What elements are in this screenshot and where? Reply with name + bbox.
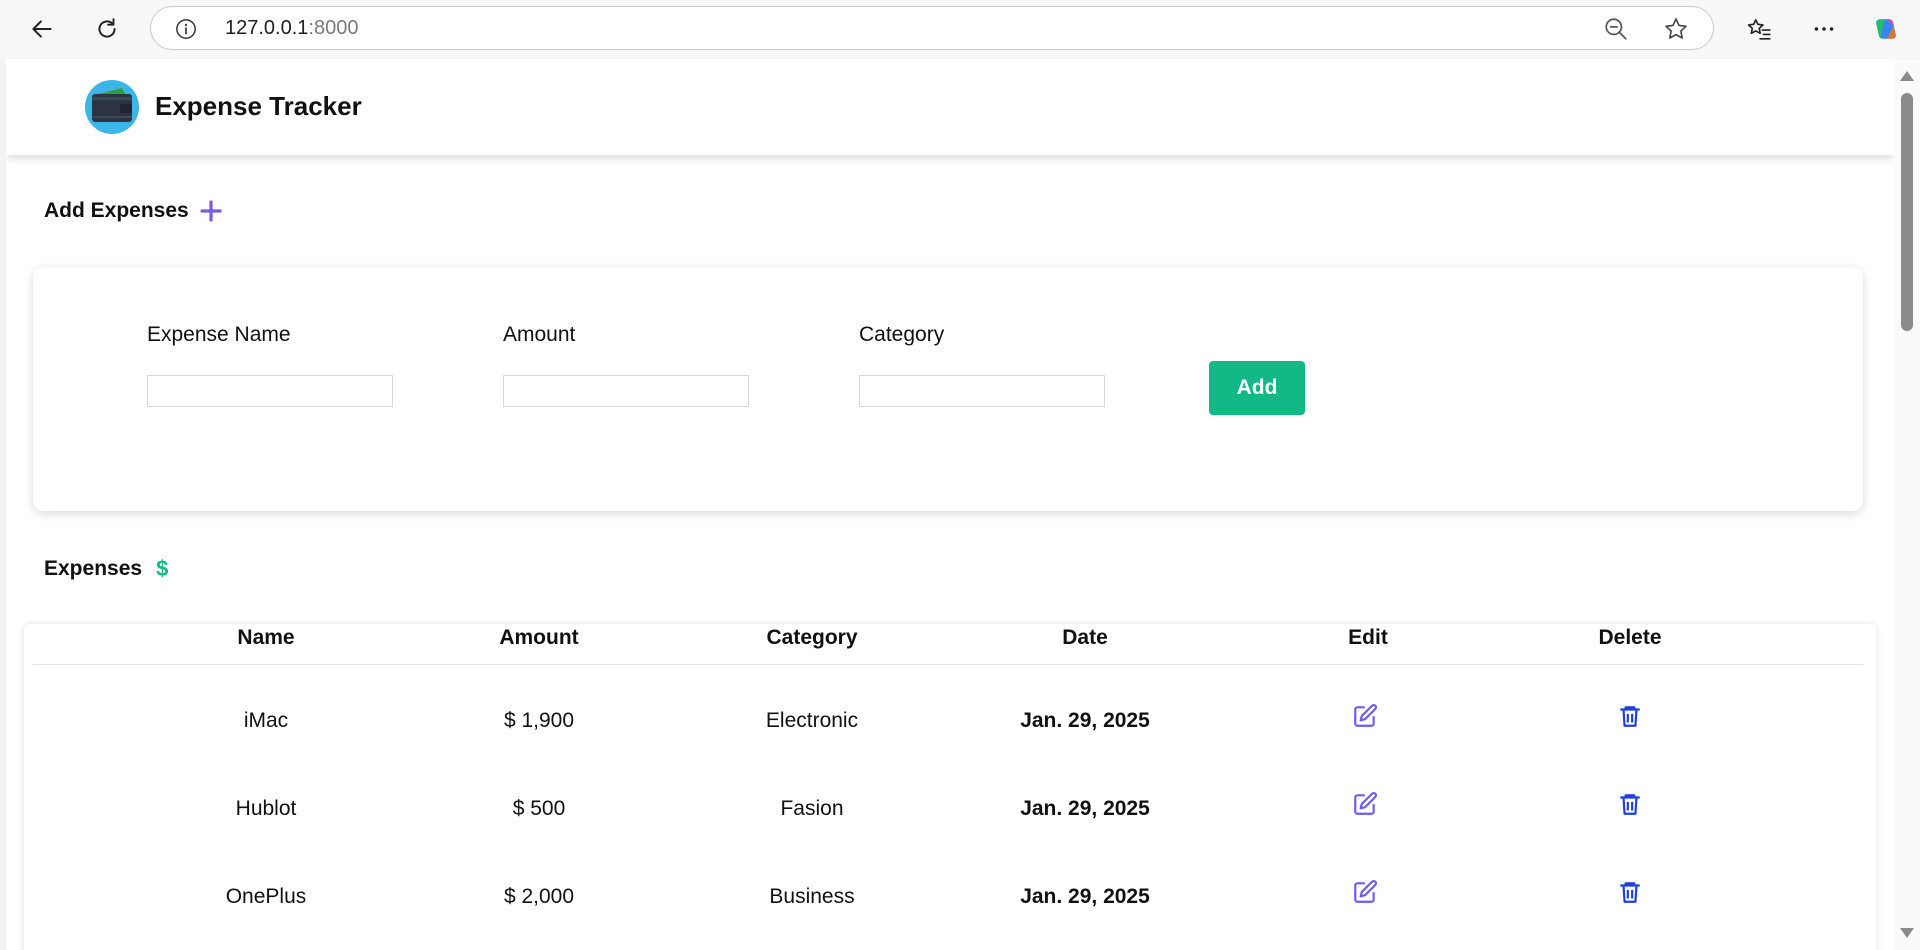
more-menu-button[interactable] bbox=[1806, 11, 1842, 47]
scroll-up-arrow-icon[interactable] bbox=[1900, 71, 1914, 81]
column-header-amount: Amount bbox=[499, 626, 579, 649]
cell-date: Jan. 29, 2025 bbox=[1020, 885, 1150, 908]
column-header-edit: Edit bbox=[1348, 626, 1388, 649]
back-arrow-icon bbox=[32, 20, 52, 38]
edit-icon[interactable] bbox=[1352, 703, 1378, 729]
dollar-icon: $ bbox=[156, 556, 169, 581]
cell-amount: $ 1,900 bbox=[503, 709, 575, 732]
site-info-icon[interactable] bbox=[175, 18, 197, 40]
zoom-out-icon[interactable] bbox=[1603, 16, 1629, 42]
cell-date: Jan. 29, 2025 bbox=[1020, 709, 1150, 732]
page-viewport: Expense Tracker Add Expenses Expense Nam… bbox=[6, 59, 1894, 950]
amount-input[interactable] bbox=[503, 375, 749, 407]
column-header-name: Name bbox=[237, 626, 295, 649]
expense-name-label: Expense Name bbox=[147, 323, 291, 346]
favorites-list-icon bbox=[1747, 18, 1771, 40]
url-text[interactable]: 127.0.0.1:8000 bbox=[225, 17, 358, 40]
cell-category: Business bbox=[769, 885, 855, 908]
add-button[interactable]: Add bbox=[1209, 361, 1305, 415]
cell-amount: $ 2,000 bbox=[503, 885, 575, 908]
address-bar[interactable]: 127.0.0.1:8000 bbox=[150, 6, 1714, 50]
column-header-delete: Delete bbox=[1598, 626, 1662, 649]
trash-icon[interactable] bbox=[1617, 703, 1643, 729]
plus-icon bbox=[200, 200, 222, 222]
column-header-category: Category bbox=[766, 626, 858, 649]
trash-icon[interactable] bbox=[1617, 879, 1643, 905]
copilot-button[interactable] bbox=[1868, 11, 1904, 47]
trash-icon[interactable] bbox=[1617, 791, 1643, 817]
expense-name-input[interactable] bbox=[147, 375, 393, 407]
cell-category: Electronic bbox=[765, 709, 859, 732]
category-label: Category bbox=[859, 323, 945, 346]
header-divider bbox=[33, 664, 1863, 665]
vertical-scrollbar[interactable] bbox=[1894, 59, 1920, 950]
expenses-title: Expenses bbox=[44, 557, 143, 580]
cell-date: Jan. 29, 2025 bbox=[1020, 797, 1150, 820]
back-button[interactable] bbox=[24, 11, 60, 47]
favorite-star-icon[interactable] bbox=[1663, 16, 1689, 42]
ellipsis-icon bbox=[1814, 27, 1834, 31]
expenses-heading: Expenses $ bbox=[44, 556, 168, 582]
reload-button[interactable] bbox=[89, 11, 125, 47]
add-expenses-heading: Add Expenses bbox=[44, 199, 223, 223]
cell-name: Hublot bbox=[235, 797, 297, 820]
cell-category: Fasion bbox=[780, 797, 844, 820]
scroll-down-arrow-icon[interactable] bbox=[1900, 928, 1914, 938]
copilot-icon bbox=[1876, 19, 1896, 39]
scrollbar-thumb[interactable] bbox=[1901, 93, 1913, 331]
add-expense-form: Expense Name Amount Category Add bbox=[33, 267, 1863, 511]
amount-label: Amount bbox=[503, 323, 576, 346]
edit-icon[interactable] bbox=[1352, 879, 1378, 905]
reload-icon bbox=[98, 18, 116, 38]
wallet-logo-icon bbox=[85, 80, 139, 134]
browser-toolbar: 127.0.0.1:8000 bbox=[0, 0, 1920, 58]
column-header-date: Date bbox=[1062, 626, 1108, 649]
add-expenses-title: Add Expenses bbox=[44, 199, 189, 222]
app-header: Expense Tracker bbox=[6, 59, 1894, 155]
url-port: :8000 bbox=[308, 17, 359, 39]
favorites-button[interactable] bbox=[1741, 11, 1777, 47]
edit-icon[interactable] bbox=[1352, 791, 1378, 817]
cell-name: OnePlus bbox=[225, 885, 307, 908]
cell-amount: $ 500 bbox=[512, 797, 566, 820]
app-title: Expense Tracker bbox=[155, 91, 362, 121]
cell-name: iMac bbox=[243, 709, 289, 732]
url-host: 127.0.0.1 bbox=[225, 17, 309, 39]
category-input[interactable] bbox=[859, 375, 1105, 407]
